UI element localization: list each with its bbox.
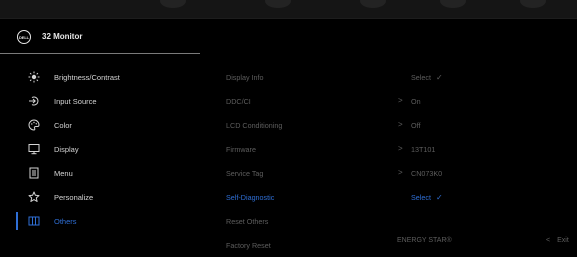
header-divider bbox=[0, 53, 200, 54]
row-label: Display Info bbox=[226, 73, 264, 82]
menu-row-ddc-ci[interactable]: DDC/CI > On bbox=[200, 89, 577, 113]
osd-window: DELL 32 Monitor Brightness/Contrast Inpu… bbox=[0, 0, 577, 250]
row-label: Reset Others bbox=[226, 217, 269, 226]
sidebar-item-label: Brightness/Contrast bbox=[54, 72, 120, 82]
menu-row-self-diagnostic[interactable]: Self-Diagnostic Select ✓ bbox=[200, 185, 577, 209]
sidebar-item-menu[interactable]: Menu bbox=[0, 161, 200, 185]
exit-button[interactable]: < Exit bbox=[546, 237, 569, 244]
color-palette-icon bbox=[28, 119, 40, 131]
display-icon bbox=[28, 143, 40, 155]
row-label: LCD Conditioning bbox=[226, 121, 283, 130]
sidebar-item-input-source[interactable]: Input Source bbox=[0, 89, 200, 113]
page-title: 32 Monitor bbox=[42, 32, 83, 41]
sidebar-item-label: Others bbox=[54, 216, 77, 226]
others-icon bbox=[28, 215, 40, 227]
row-value: On bbox=[411, 97, 421, 106]
check-icon: ✓ bbox=[435, 73, 443, 82]
top-decoration bbox=[360, 0, 386, 8]
top-decoration bbox=[440, 0, 466, 8]
sidebar-item-brightness-contrast[interactable]: Brightness/Contrast bbox=[0, 65, 200, 89]
input-source-icon bbox=[28, 95, 40, 107]
row-label: DDC/CI bbox=[226, 97, 251, 106]
menu-row-service-tag[interactable]: Service Tag > CN073K0 bbox=[200, 161, 577, 185]
row-label: Firmware bbox=[226, 145, 256, 154]
logo-text: DELL bbox=[18, 34, 30, 40]
dell-logo: DELL bbox=[17, 30, 31, 44]
row-value: 13T101 bbox=[411, 145, 436, 154]
chevron-left-icon: < bbox=[546, 237, 551, 244]
sidebar-item-personalize[interactable]: Personalize bbox=[0, 185, 200, 209]
row-value: Select ✓ bbox=[411, 73, 443, 82]
energy-star-label: ENERGY STAR® bbox=[397, 237, 452, 244]
sidebar-item-label: Menu bbox=[54, 168, 73, 178]
row-value-text: Select bbox=[411, 193, 431, 202]
menu-icon bbox=[28, 167, 40, 179]
chevron-right-icon: > bbox=[398, 96, 403, 105]
others-panel: Display Info Select ✓ DDC/CI > On LCD Con… bbox=[200, 65, 577, 257]
sidebar-item-label: Input Source bbox=[54, 96, 97, 106]
sidebar-item-display[interactable]: Display bbox=[0, 137, 200, 161]
sidebar: Brightness/Contrast Input Source Color D… bbox=[0, 65, 200, 233]
row-value: Off bbox=[411, 121, 421, 130]
top-decoration bbox=[265, 0, 291, 8]
row-value-text: Select bbox=[411, 73, 431, 82]
top-decoration bbox=[160, 0, 186, 8]
sidebar-item-color[interactable]: Color bbox=[0, 113, 200, 137]
sidebar-item-label: Personalize bbox=[54, 192, 94, 202]
row-value: CN073K0 bbox=[411, 169, 443, 178]
chevron-right-icon: > bbox=[398, 120, 403, 129]
top-decoration bbox=[520, 0, 546, 8]
menu-row-firmware[interactable]: Firmware > 13T101 bbox=[200, 137, 577, 161]
menu-row-reset-others[interactable]: Reset Others bbox=[200, 209, 577, 233]
sidebar-item-label: Color bbox=[54, 120, 72, 130]
chevron-right-icon: > bbox=[398, 168, 403, 177]
menu-row-lcd-conditioning[interactable]: LCD Conditioning > Off bbox=[200, 113, 577, 137]
row-value: Select ✓ bbox=[411, 193, 443, 202]
chevron-right-icon: > bbox=[398, 144, 403, 153]
selection-indicator bbox=[16, 212, 18, 230]
star-icon bbox=[28, 191, 40, 203]
row-label: Self-Diagnostic bbox=[226, 193, 275, 202]
menu-row-factory-reset[interactable]: Factory Reset bbox=[200, 233, 577, 257]
menu-row-display-info[interactable]: Display Info Select ✓ bbox=[200, 65, 577, 89]
row-label: Service Tag bbox=[226, 169, 264, 178]
check-icon: ✓ bbox=[435, 193, 443, 202]
exit-label: Exit bbox=[557, 237, 569, 244]
sidebar-item-others[interactable]: Others bbox=[0, 209, 200, 233]
top-strip bbox=[0, 0, 577, 19]
brightness-icon bbox=[28, 71, 40, 83]
sidebar-item-label: Display bbox=[54, 144, 79, 154]
header: DELL 32 Monitor bbox=[0, 18, 577, 56]
